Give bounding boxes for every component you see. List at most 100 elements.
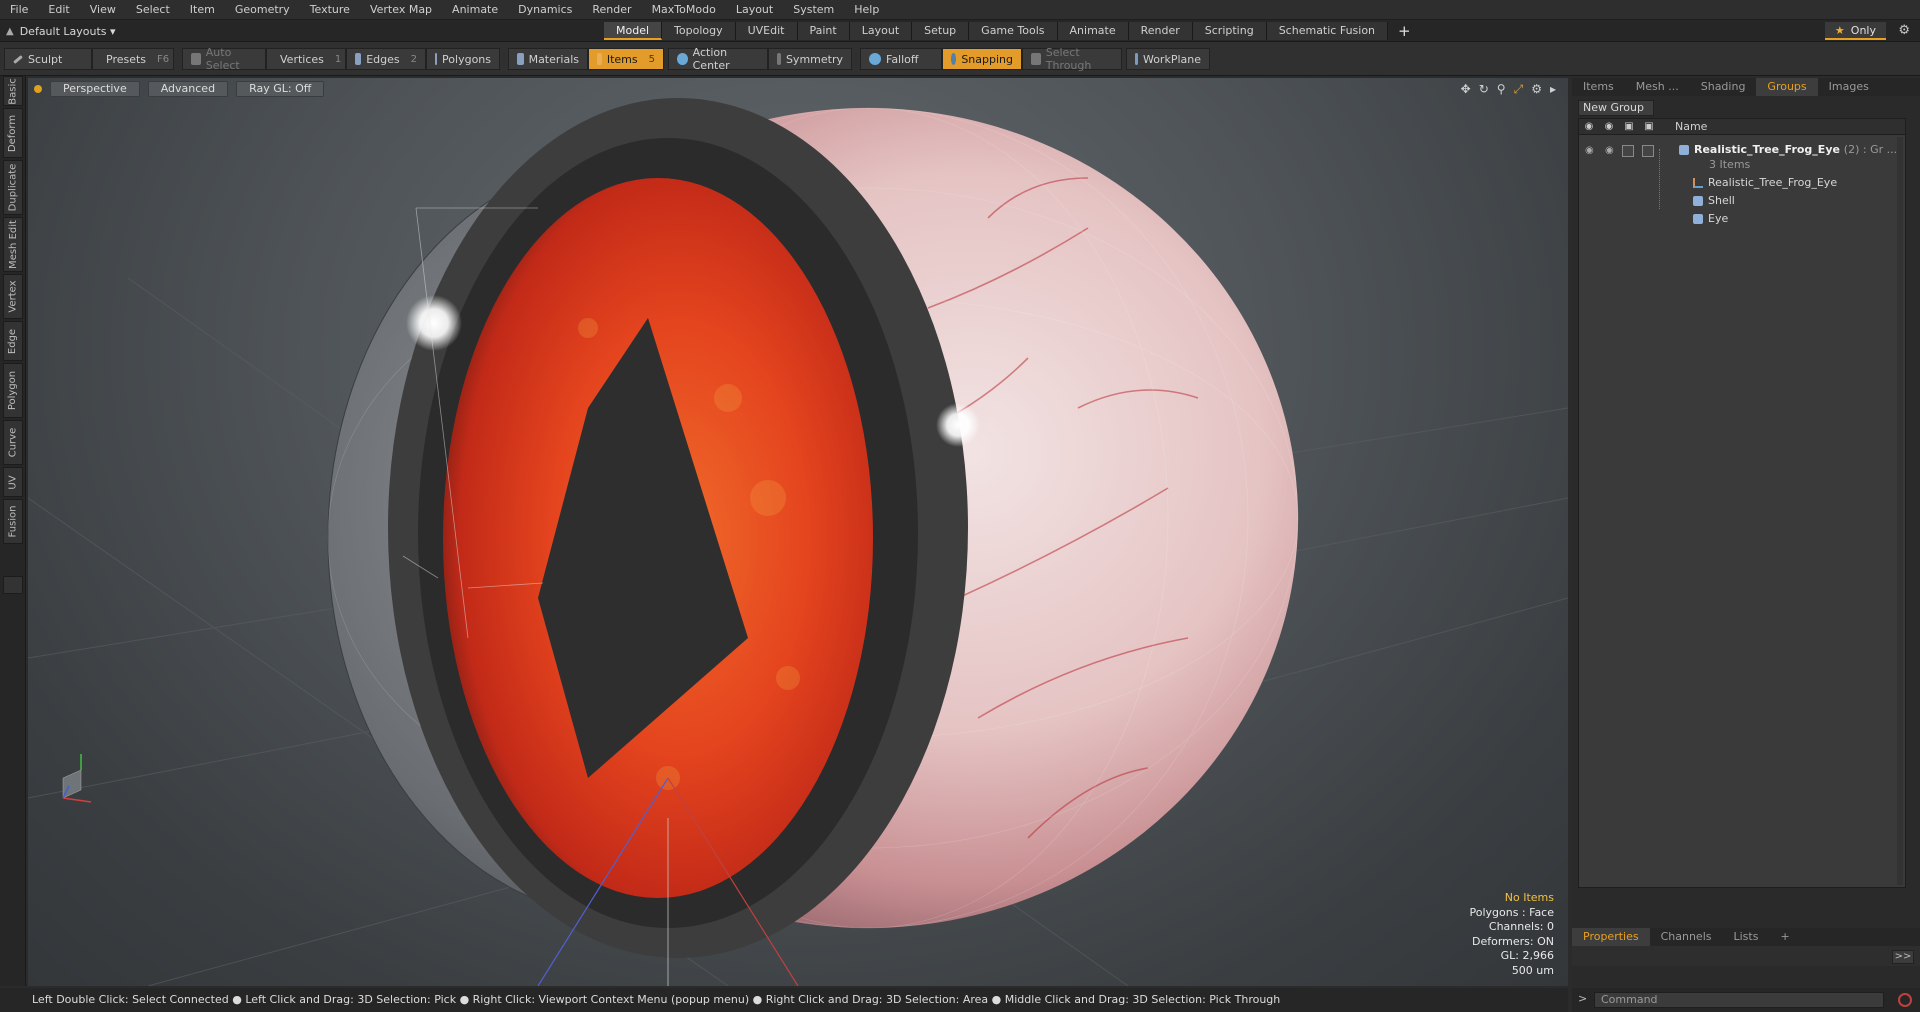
render-eye-icon[interactable]: ◉ xyxy=(1605,145,1614,156)
symmetry-button[interactable]: Symmetry xyxy=(768,48,852,70)
menu-layout[interactable]: Layout xyxy=(726,0,783,20)
menu-texture[interactable]: Texture xyxy=(300,0,360,20)
select-through-icon xyxy=(1031,53,1041,65)
add-tab-icon[interactable]: + xyxy=(1388,22,1421,40)
side-tab-curve[interactable]: Curve xyxy=(3,420,23,465)
menu-render[interactable]: Render xyxy=(582,0,641,20)
command-input[interactable]: Command xyxy=(1594,992,1884,1008)
side-tab-deform[interactable]: Deform xyxy=(3,108,23,158)
items-button[interactable]: Items 5 xyxy=(588,48,664,70)
side-tab-mesh-edit[interactable]: Mesh Edit xyxy=(3,217,23,272)
visibility-column-icon[interactable]: ◉ xyxy=(1579,121,1599,132)
side-tab-edge[interactable]: Edge xyxy=(3,321,23,361)
side-tab-duplicate[interactable]: Duplicate xyxy=(3,160,23,215)
action-center-button[interactable]: Action Center xyxy=(668,46,768,72)
tab-animate[interactable]: Animate xyxy=(1057,22,1129,40)
polygons-mode-label: Polygons : Face xyxy=(1469,905,1554,919)
presets-button[interactable]: Presets F6 xyxy=(92,48,174,70)
viewport-dot-icon[interactable] xyxy=(34,85,42,93)
menu-geometry[interactable]: Geometry xyxy=(225,0,300,20)
viewport-menu-arrow-icon[interactable]: ▸ xyxy=(1550,82,1556,97)
expand-button[interactable]: >> xyxy=(1892,950,1914,964)
tree-item-shell[interactable]: Shell xyxy=(1693,192,1735,209)
panel-tab-images[interactable]: Images xyxy=(1818,78,1880,96)
panel-tab-groups[interactable]: Groups xyxy=(1756,78,1818,96)
menu-maxtomodo[interactable]: MaxToModo xyxy=(642,0,726,20)
menu-view[interactable]: View xyxy=(80,0,126,20)
side-tab-vertex[interactable]: Vertex xyxy=(3,274,23,319)
fit-view-icon[interactable]: ⤢ xyxy=(1514,82,1524,97)
record-icon[interactable] xyxy=(1898,993,1912,1007)
side-tab-uv[interactable]: UV xyxy=(3,467,23,497)
panel-tab-items[interactable]: Items xyxy=(1572,78,1625,96)
workplane-button[interactable]: WorkPlane xyxy=(1126,48,1210,70)
menu-file[interactable]: File xyxy=(0,0,38,20)
menu-bar: File Edit View Select Item Geometry Texture Ver… xyxy=(0,0,1920,20)
tab-uvedit[interactable]: UVEdit xyxy=(735,22,798,40)
only-button[interactable]: ★ Only xyxy=(1824,22,1886,40)
viewport-settings-icon[interactable]: ⚙ xyxy=(1531,82,1542,97)
menu-system[interactable]: System xyxy=(783,0,844,20)
menu-edit[interactable]: Edit xyxy=(38,0,79,20)
auto-select-button[interactable]: Auto Select xyxy=(182,46,266,72)
workplane-icon xyxy=(1135,53,1138,65)
select-column-icon[interactable]: ▣ xyxy=(1639,121,1659,132)
zoom-view-icon[interactable]: ⚲ xyxy=(1497,82,1506,97)
strip-toggle-button[interactable] xyxy=(3,576,23,594)
materials-button[interactable]: Materials xyxy=(508,48,588,70)
tab-setup[interactable]: Setup xyxy=(912,22,970,40)
collapse-arrow-icon[interactable]: ▲ xyxy=(6,26,14,37)
bottom-tab-properties[interactable]: Properties xyxy=(1572,928,1650,946)
3d-viewport[interactable]: Perspective Advanced Ray GL: Off ✥ ↻ ⚲ ⤢… xyxy=(28,78,1568,986)
layout-selector[interactable]: ▲ Default Layouts ▾ xyxy=(6,20,116,42)
perspective-button[interactable]: Perspective xyxy=(50,81,140,97)
edges-button[interactable]: Edges 2 xyxy=(346,48,426,70)
tab-game-tools[interactable]: Game Tools xyxy=(969,22,1058,40)
tree-item-eye[interactable]: Eye xyxy=(1693,210,1728,227)
render-column-icon[interactable]: ◉ xyxy=(1599,121,1619,132)
vertices-button[interactable]: Vertices 1 xyxy=(266,48,346,70)
tab-schematic-fusion[interactable]: Schematic Fusion xyxy=(1266,22,1389,40)
raygl-button[interactable]: Ray GL: Off xyxy=(236,81,325,97)
menu-help[interactable]: Help xyxy=(844,0,889,20)
side-tab-polygon[interactable]: Polygon xyxy=(3,363,23,418)
menu-animate[interactable]: Animate xyxy=(442,0,508,20)
tree-scrollbar[interactable] xyxy=(1897,137,1903,885)
tab-paint[interactable]: Paint xyxy=(797,22,850,40)
snapping-button[interactable]: Snapping xyxy=(942,48,1022,70)
tree-item-locator[interactable]: Realistic_Tree_Frog_Eye xyxy=(1693,174,1837,191)
bottom-tab-channels[interactable]: Channels xyxy=(1650,928,1723,946)
star-icon: ★ xyxy=(1834,24,1845,37)
falloff-button[interactable]: Falloff xyxy=(860,48,942,70)
tab-render[interactable]: Render xyxy=(1128,22,1193,40)
menu-dynamics[interactable]: Dynamics xyxy=(508,0,582,20)
side-tab-basic[interactable]: Basic xyxy=(3,76,23,106)
deformers-label: Deformers: ON xyxy=(1472,934,1554,948)
bottom-tab-lists[interactable]: Lists xyxy=(1723,928,1770,946)
select-through-button[interactable]: Select Through xyxy=(1022,46,1122,72)
lock-checkbox[interactable] xyxy=(1622,145,1634,157)
gear-icon[interactable]: ⚙ xyxy=(1898,22,1910,40)
side-tab-fusion[interactable]: Fusion xyxy=(3,499,23,544)
menu-select[interactable]: Select xyxy=(126,0,180,20)
sculpt-button[interactable]: Sculpt xyxy=(4,48,92,70)
lock-column-icon[interactable]: ▣ xyxy=(1619,121,1639,132)
side-tab-label: Polygon xyxy=(7,370,19,411)
panel-tab-shading[interactable]: Shading xyxy=(1690,78,1757,96)
panel-tab-mesh[interactable]: Mesh ... xyxy=(1625,78,1690,96)
tab-layout[interactable]: Layout xyxy=(849,22,913,40)
new-group-button[interactable]: New Group xyxy=(1578,100,1654,116)
tab-topology[interactable]: Topology xyxy=(662,22,736,40)
rotate-view-icon[interactable]: ↻ xyxy=(1479,82,1489,97)
tab-model[interactable]: Model xyxy=(604,22,663,40)
name-column-header[interactable]: Name xyxy=(1675,120,1707,133)
advanced-button[interactable]: Advanced xyxy=(147,81,229,97)
tab-scripting[interactable]: Scripting xyxy=(1192,22,1267,40)
move-view-icon[interactable]: ✥ xyxy=(1461,82,1471,97)
menu-item[interactable]: Item xyxy=(180,0,225,20)
select-checkbox[interactable] xyxy=(1642,145,1654,157)
menu-vertex-map[interactable]: Vertex Map xyxy=(360,0,442,20)
eye-icon[interactable]: ◉ xyxy=(1585,145,1594,156)
polygons-button[interactable]: Polygons xyxy=(426,48,500,70)
add-panel-tab-icon[interactable]: + xyxy=(1769,928,1800,946)
